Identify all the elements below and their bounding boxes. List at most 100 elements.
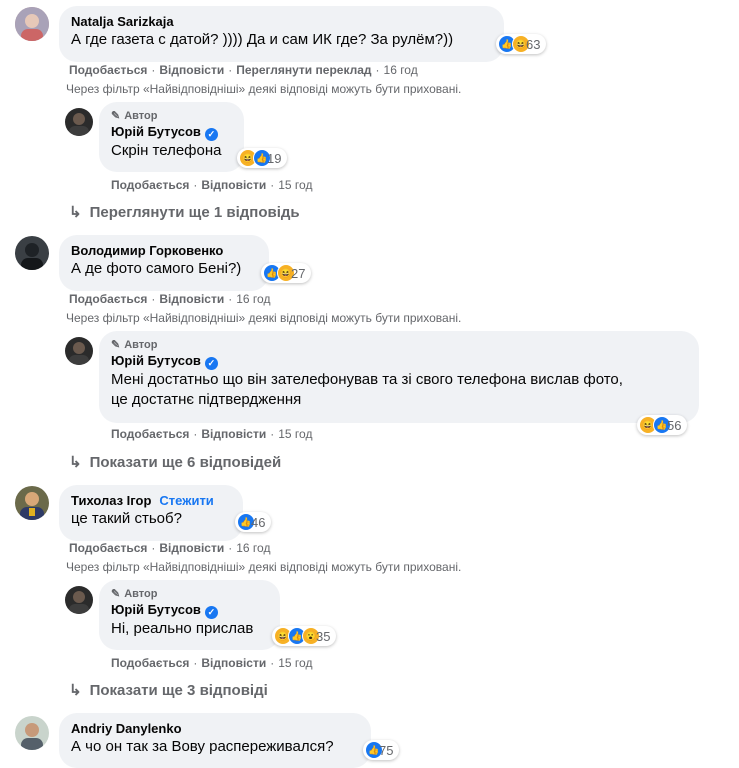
reply-button[interactable]: Відповісти (159, 541, 224, 555)
verified-badge-icon: ✓ (204, 357, 218, 370)
author-badge: ✎ Автор (111, 587, 268, 601)
author-label: Автор (124, 339, 158, 351)
separator-dot: · (193, 656, 198, 670)
comment-bubble: Natalja Sarizkaja А где газета с датой? … (59, 6, 504, 62)
reaction-count: 46 (251, 514, 266, 530)
reply-button[interactable]: Відповісти (159, 292, 224, 306)
comment-timestamp[interactable]: 16 год (236, 292, 270, 306)
like-button[interactable]: Подобається (69, 63, 147, 77)
reply-arrow-icon: ↳ (69, 454, 82, 471)
separator-dot: · (151, 541, 156, 555)
comment-actions: Подобається · Відповісти · 16 год (69, 291, 270, 307)
follow-button[interactable]: Стежити (159, 493, 213, 508)
verified-badge-icon: ✓ (204, 606, 218, 619)
comment-text: А где газета с датой? )))) Да и сам ИК г… (71, 31, 454, 48)
reaction-summary[interactable]: 👍 75 (363, 740, 400, 760)
author-avatar[interactable] (65, 108, 93, 136)
verified-badge-icon: ✓ (204, 128, 218, 141)
commenter-avatar[interactable] (15, 486, 49, 520)
reaction-count: 19 (267, 150, 282, 166)
comment-text: А чо он так за Вову распереживался? (71, 738, 334, 755)
reply-button[interactable]: Відповісти (159, 63, 224, 77)
separator-dot: · (375, 63, 380, 77)
avatar-image (65, 108, 93, 136)
view-more-label: Переглянути ще 1 відповідь (89, 204, 300, 221)
comment-timestamp[interactable]: 16 год (384, 63, 418, 77)
reaction-summary[interactable]: 👍 😆 63 (496, 34, 547, 54)
separator-dot: · (228, 63, 233, 77)
comment-timestamp[interactable]: 16 год (236, 541, 270, 555)
reply-text: Скрін телефона (111, 142, 222, 159)
reaction-count: 27 (291, 265, 306, 281)
author-avatar[interactable] (65, 586, 93, 614)
view-more-label: Показати ще 3 відповіді (89, 682, 268, 699)
comment-bubble: Тихолаз Ігор Стежити це такий стьоб? (59, 485, 243, 541)
comment-text: це такий стьоб? (71, 510, 182, 527)
reply-author-name[interactable]: Юрій Бутусов ✓ (111, 123, 232, 141)
commenter-name[interactable]: Natalja Sarizkaja (71, 13, 492, 30)
filter-note: Через фільтр «Найвідповідніші» деякі від… (66, 82, 462, 96)
reply-timestamp[interactable]: 15 год (278, 178, 312, 192)
commenter-name[interactable]: Володимир Горковенко (71, 242, 257, 259)
author-badge: ✎ Автор (111, 109, 232, 123)
reply-text: Ні, реально прислав (111, 620, 254, 637)
comment-bubble: Andriy Danylenko А чо он так за Вову рас… (59, 713, 371, 768)
filter-note: Через фільтр «Найвідповідніші» деякі від… (66, 311, 462, 325)
reply-button[interactable]: Відповісти (201, 656, 266, 670)
separator-dot: · (151, 63, 156, 77)
view-more-label: Показати ще 6 відповідей (89, 454, 282, 471)
reply-text-line: Мені достатньо що він зателефонував та з… (111, 371, 623, 388)
view-more-replies[interactable]: ↳ Переглянути ще 1 відповідь (69, 203, 300, 221)
comment-actions: Подобається · Відповісти · Переглянути перек… (69, 62, 418, 78)
separator-dot: · (228, 292, 233, 306)
commenter-avatar[interactable] (15, 7, 49, 41)
commenter-name[interactable]: Тихолаз Ігор Стежити (71, 492, 231, 509)
reply-bubble: ✎ Автор Юрій Бутусов ✓ Мені достатньо що в… (99, 331, 699, 423)
reaction-summary[interactable]: 👍 46 (235, 512, 272, 532)
reaction-summary[interactable]: 😆 👍 19 (237, 148, 288, 168)
author-label: Автор (124, 588, 158, 600)
like-button[interactable]: Подобається (111, 427, 189, 441)
reply-author-name[interactable]: Юрій Бутусов ✓ (111, 601, 268, 619)
reply-bubble: ✎ Автор Юрій Бутусов ✓ Ні, реально прислав (99, 580, 280, 650)
view-more-replies[interactable]: ↳ Показати ще 3 відповіді (69, 681, 268, 699)
separator-dot: · (270, 178, 275, 192)
separator-dot: · (193, 427, 198, 441)
separator-dot: · (270, 427, 275, 441)
avatar-image (15, 716, 49, 750)
commenter-avatar[interactable] (15, 716, 49, 750)
reply-author-name[interactable]: Юрій Бутусов ✓ (111, 352, 687, 370)
comment-text: А де фото самого Бені?) (71, 260, 242, 277)
like-button[interactable]: Подобається (111, 178, 189, 192)
reaction-summary[interactable]: 😆 👍 😮 35 (272, 626, 337, 646)
reply-timestamp[interactable]: 15 год (278, 427, 312, 441)
like-button[interactable]: Подобається (69, 541, 147, 555)
reply-bubble: ✎ Автор Юрій Бутусов ✓ Скрін телефона (99, 102, 244, 172)
reaction-summary[interactable]: 👍 😆 27 (261, 263, 312, 283)
reply-button[interactable]: Відповісти (201, 178, 266, 192)
commenter-avatar[interactable] (15, 236, 49, 270)
reply-actions: Подобається · Відповісти · 15 год (111, 655, 312, 671)
author-label: Автор (124, 110, 158, 122)
avatar-image (15, 486, 49, 520)
see-translation-button[interactable]: Переглянути переклад (236, 63, 371, 77)
reaction-summary[interactable]: 😆 👍 56 (637, 415, 688, 435)
reply-timestamp[interactable]: 15 год (278, 656, 312, 670)
reply-actions: Подобається · Відповісти · 15 год (111, 426, 312, 442)
reply-arrow-icon: ↳ (69, 682, 82, 699)
view-more-replies[interactable]: ↳ Показати ще 6 відповідей (69, 453, 281, 471)
reaction-count: 75 (379, 742, 394, 758)
author-badge: ✎ Автор (111, 338, 687, 352)
like-button[interactable]: Подобається (111, 656, 189, 670)
reply-arrow-icon: ↳ (69, 204, 82, 221)
avatar-image (65, 586, 93, 614)
reply-button[interactable]: Відповісти (201, 427, 266, 441)
filter-note: Через фільтр «Найвідповідніші» деякі від… (66, 560, 462, 574)
separator-dot: · (151, 292, 156, 306)
reaction-count: 35 (316, 628, 331, 644)
avatar-image (15, 236, 49, 270)
avatar-image (15, 7, 49, 41)
author-avatar[interactable] (65, 337, 93, 365)
commenter-name[interactable]: Andriy Danylenko (71, 720, 359, 737)
like-button[interactable]: Подобається (69, 292, 147, 306)
